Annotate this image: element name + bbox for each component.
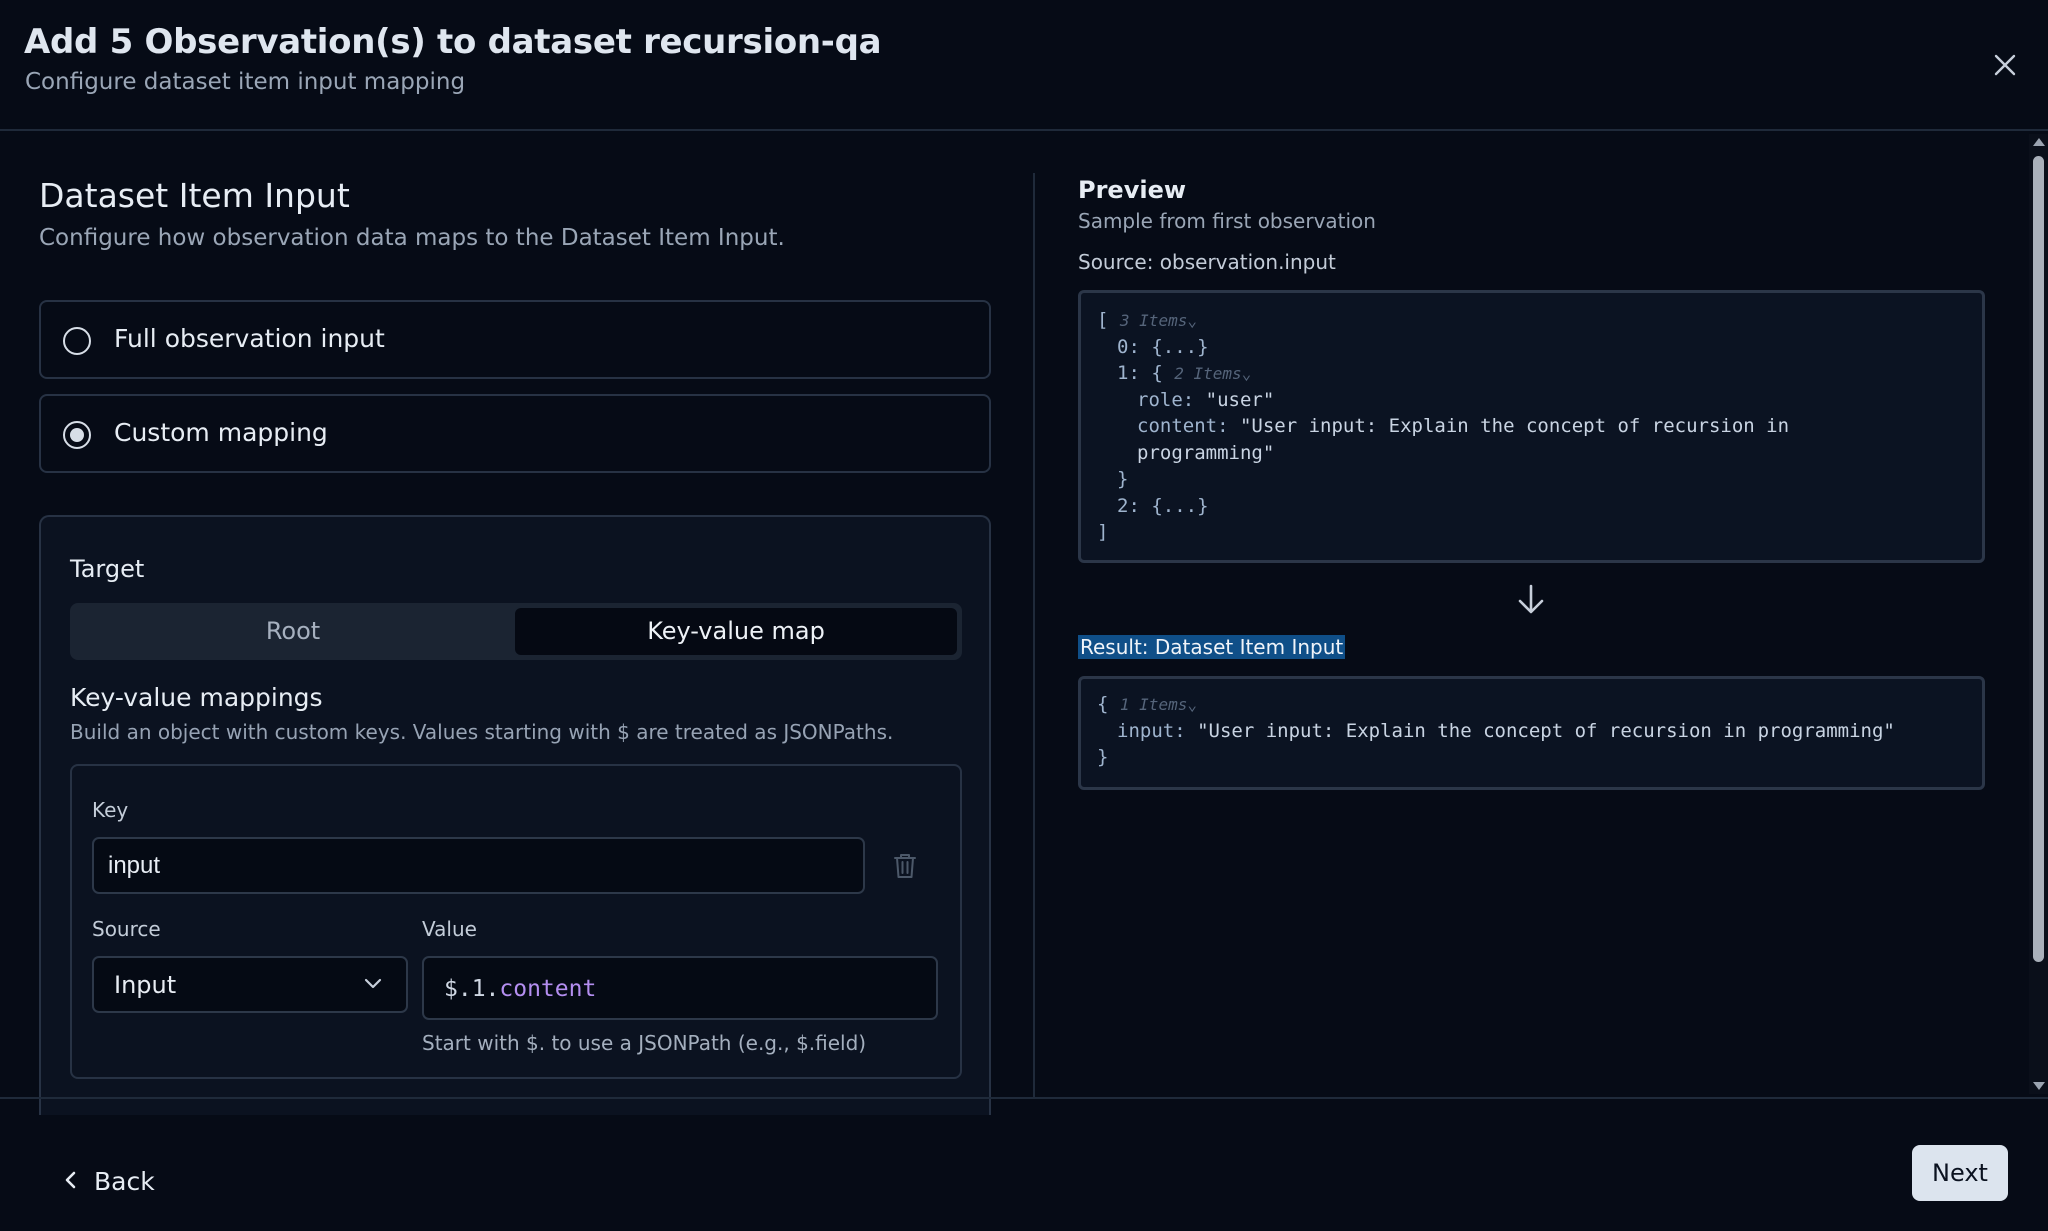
radio-checked-icon[interactable] [63,421,91,449]
section-title: Dataset Item Input [39,176,350,215]
json-line: role: "user" [1137,389,1275,411]
chevron-down-icon: ⌄ [1241,364,1252,383]
preview-title: Preview [1078,176,1187,204]
key-input[interactable] [92,837,865,894]
source-json-viewer: [ 3 Items⌄ 0: {...} 1: { 2 Items⌄ role: … [1078,290,1985,563]
value-label: Value [422,917,477,941]
option-label: Custom mapping [114,418,328,447]
trash-icon[interactable] [892,852,918,880]
result-label: Result: Dataset Item Input [1078,635,1346,659]
target-panel: Target Root Key-value map Key-value mapp… [39,515,991,1115]
json-line: } [1117,468,1129,490]
option-custom-mapping[interactable]: Custom mapping [39,394,991,473]
source-select[interactable]: Input [92,956,408,1013]
arrow-down-icon [1518,584,1544,614]
chevron-down-icon: ⌄ [1187,695,1197,714]
option-full-observation-input[interactable]: Full observation input [39,300,991,379]
value-text: $.1.content [444,976,597,1002]
scroll-down-arrow-icon[interactable] [2033,1082,2045,1090]
target-segmented-control: Root Key-value map [70,603,962,660]
source-label: Source [92,917,161,941]
json-line: input: "User input: Explain the concept … [1117,720,1895,742]
json-line: ] [1097,521,1109,543]
value-input[interactable]: $.1.content [422,956,938,1020]
chevron-down-icon: ⌄ [1187,311,1197,330]
preview-source: Source: observation.input [1078,250,1336,274]
dialog-title: Add 5 Observation(s) to dataset recursio… [24,22,882,62]
segment-root[interactable]: Root [75,608,511,655]
close-icon[interactable] [1992,52,2018,78]
scroll-up-arrow-icon[interactable] [2033,138,2045,146]
json-line: } [1097,746,1109,768]
next-button[interactable]: Next [1912,1145,2008,1201]
mapping-card: Key Source Value Input $.1.content Start… [70,764,962,1079]
back-label: Back [94,1167,155,1196]
json-line[interactable]: 0: {...} [1117,336,1209,358]
chevron-down-icon [364,978,382,989]
scrollbar-thumb[interactable] [2033,156,2044,962]
value-hint: Start with $. to use a JSONPath (e.g., $… [422,1031,867,1055]
chevron-left-icon [65,1171,76,1189]
target-label: Target [70,555,145,583]
json-line: { 1 Items⌄ [1097,693,1197,715]
option-label: Full observation input [114,324,385,353]
dialog-subtitle: Configure dataset item input mapping [25,69,466,95]
result-json-viewer: { 1 Items⌄ input: "User input: Explain t… [1078,676,1985,790]
column-divider [1033,173,1035,1098]
dialog-header: Add 5 Observation(s) to dataset recursio… [0,0,2048,131]
dialog-footer: Back Next [0,1097,2048,1231]
kv-mappings-description: Build an object with custom keys. Values… [70,720,894,744]
section-description: Configure how observation data maps to t… [39,225,785,251]
json-line: [ 3 Items⌄ [1097,309,1197,331]
kv-mappings-title: Key-value mappings [70,683,323,712]
scrollbar[interactable] [2029,134,2048,1094]
preview-subtitle: Sample from first observation [1078,209,1376,233]
json-line: programming" [1137,442,1275,464]
json-line: content: "User input: Explain the concep… [1137,415,1790,437]
key-label: Key [92,798,129,822]
json-line[interactable]: 1: { 2 Items⌄ [1117,362,1251,384]
radio-unchecked-icon[interactable] [63,327,91,355]
segment-key-value-map[interactable]: Key-value map [515,608,957,655]
json-line[interactable]: 2: {...} [1117,495,1209,517]
source-select-value: Input [114,971,177,999]
